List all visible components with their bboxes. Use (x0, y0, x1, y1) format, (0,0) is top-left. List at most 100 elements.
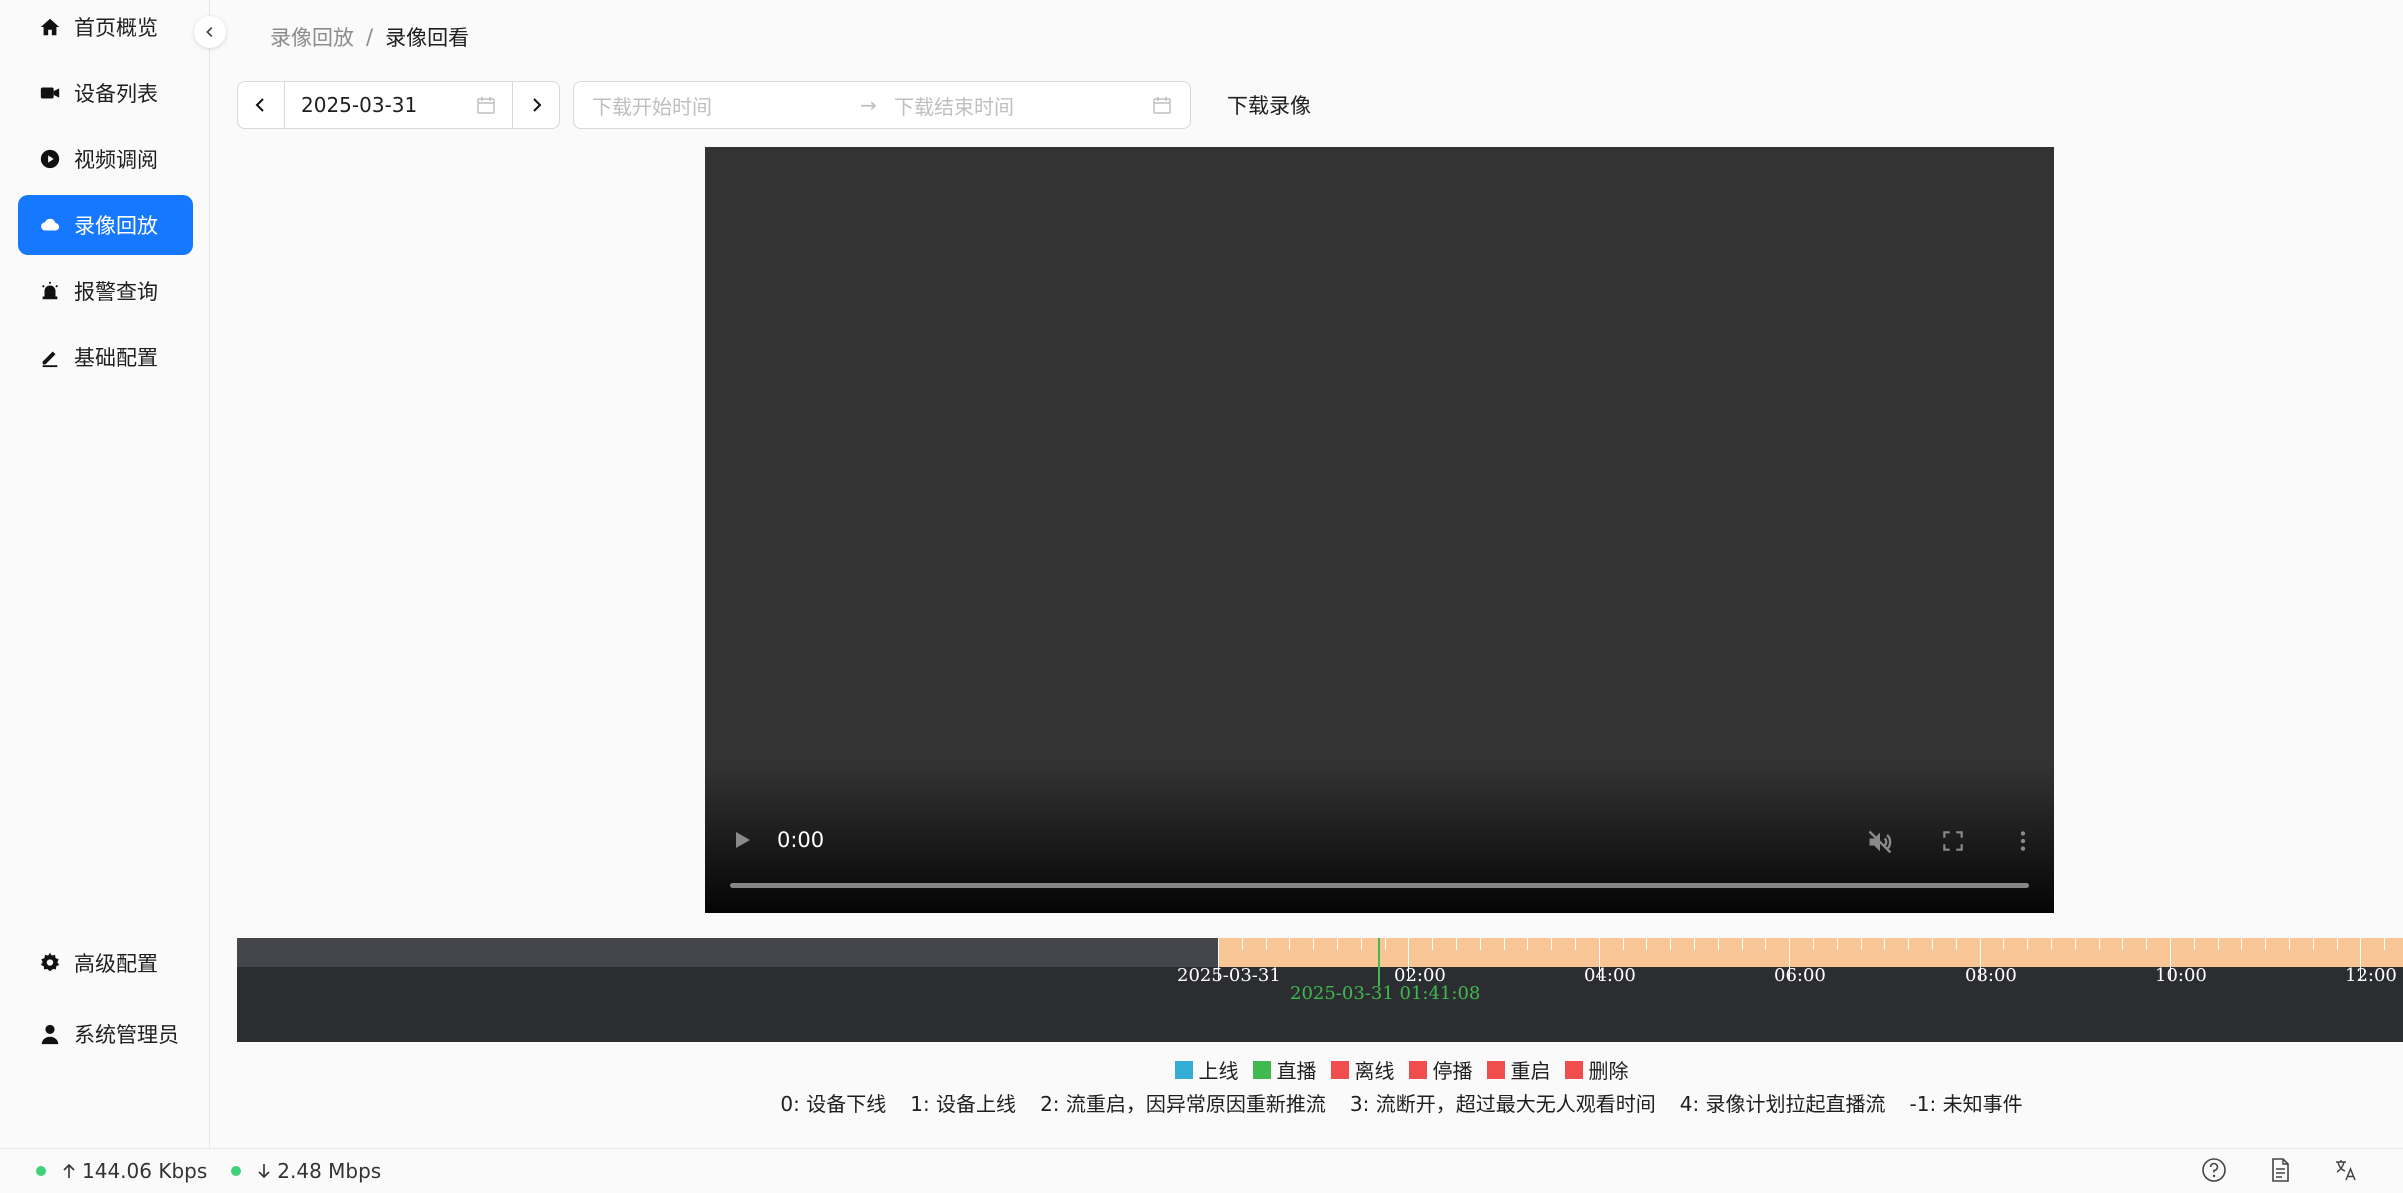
timeline-tick (1646, 938, 1648, 950)
timeline-tick (2122, 938, 2124, 950)
timeline-tick (1360, 938, 1362, 950)
timeline[interactable]: 2025-03-31 02:00 04:00 06:00 08:00 10:00… (237, 938, 2403, 1042)
event-codes: 0: 设备下线 1: 设备上线 2: 流重启，因异常原因重新推流 3: 流断开，… (0, 1088, 2403, 1117)
video-player[interactable]: 0:00 (705, 147, 2054, 913)
timeline-label: 08:00 (1965, 965, 2017, 986)
timeline-tick (1313, 938, 1315, 950)
sidebar-item-label: 视频调阅 (74, 148, 158, 172)
legend-item: 删除 (1564, 1055, 1629, 1084)
edit-icon (38, 345, 62, 369)
sidebar-item-video[interactable]: 视频调阅 (18, 129, 193, 189)
prev-day-button[interactable] (237, 81, 285, 129)
timeline-cursor[interactable] (1378, 938, 1380, 986)
timeline-tick (2051, 938, 2052, 950)
status-dot (231, 1166, 242, 1176)
download-end-input[interactable]: 下载结束时间 (894, 91, 1152, 120)
fullscreen-icon[interactable] (1940, 828, 1966, 854)
legend-swatch (1408, 1060, 1427, 1079)
sidebar-item-label: 设备列表 (74, 82, 158, 106)
sidebar-item-playback[interactable]: 录像回放 (18, 195, 193, 255)
event-code: -1: 未知事件 (1909, 1092, 2023, 1116)
timeline-tick (1694, 938, 1695, 950)
download-start-input[interactable]: 下载开始时间 (592, 91, 860, 120)
legend-swatch (1330, 1060, 1349, 1079)
status-legend: 上线 直播 离线 停播 重启 删除 (0, 1055, 2403, 1084)
legend-item: 直播 (1252, 1055, 1317, 1084)
video-time: 0:00 (777, 828, 825, 852)
sidebar-item-alarms[interactable]: 报警查询 (18, 261, 193, 321)
timeline-tick (2384, 938, 2386, 950)
timeline-tick (1860, 938, 1862, 950)
timeline-tick (2027, 938, 2029, 950)
sidebar-item-label: 报警查询 (74, 280, 158, 304)
timeline-tick (2146, 938, 2148, 950)
download-rate: 2.48 Mbps (231, 1159, 381, 1183)
upload-rate: 144.06 Kbps (36, 1159, 207, 1183)
legend-label: 直播 (1276, 1059, 1317, 1083)
play-circle-icon (38, 147, 62, 171)
timeline-tick (1265, 938, 1267, 950)
timeline-tick (1955, 938, 1957, 950)
download-range-picker[interactable]: 下载开始时间 → 下载结束时间 (573, 81, 1191, 129)
sidebar-item-basic-config[interactable]: 基础配置 (18, 327, 193, 387)
status-dot (36, 1166, 46, 1176)
download-rate-value: 2.48 Mbps (277, 1159, 382, 1183)
sidebar-collapse-button[interactable] (194, 16, 226, 48)
legend-label: 重启 (1510, 1059, 1551, 1083)
event-code: 1: 设备上线 (910, 1092, 1017, 1116)
event-code: 2: 流重启，因异常原因重新推流 (1040, 1092, 1326, 1116)
sidebar-item-advanced-config[interactable]: 高级配置 (18, 933, 193, 993)
range-arrow-icon: → (860, 93, 877, 117)
sidebar-item-label: 首页概览 (74, 16, 158, 40)
breadcrumb-parent[interactable]: 录像回放 (270, 22, 354, 52)
legend-item: 离线 (1330, 1055, 1395, 1084)
legend-swatch (1486, 1060, 1505, 1079)
sidebar-item-label: 高级配置 (74, 952, 158, 976)
arrow-down-icon (255, 1162, 277, 1180)
timeline-tick (2241, 938, 2243, 950)
timeline-tick (2289, 938, 2290, 950)
timeline-tick (1503, 938, 1505, 950)
legend-swatch (1174, 1060, 1193, 1079)
timeline-tick (1575, 938, 1576, 950)
timeline-tick (1765, 938, 1767, 950)
timeline-tick (1241, 938, 1243, 950)
timeline-tick (2336, 938, 2338, 950)
sidebar: 首页概览 设备列表 视频调阅 录像回放 报警查询 基础配置 高级配置 系统管理员 (0, 0, 210, 1148)
play-icon[interactable] (730, 828, 754, 852)
legend-label: 停播 (1432, 1059, 1473, 1083)
status-bar: 144.06 Kbps 2.48 Mbps (0, 1148, 2403, 1193)
translate-icon[interactable] (2333, 1157, 2359, 1183)
timeline-tick (2074, 938, 2076, 950)
chevron-right-icon (528, 97, 544, 113)
more-options-icon[interactable] (2010, 828, 2036, 854)
next-day-button[interactable] (512, 81, 560, 129)
mute-icon[interactable] (1866, 828, 1894, 856)
timeline-tick (2098, 938, 2100, 950)
timeline-tick (2217, 938, 2219, 950)
timeline-tick (2003, 938, 2005, 950)
sidebar-item-label: 基础配置 (74, 346, 158, 370)
legend-label: 删除 (1588, 1059, 1629, 1083)
event-code: 3: 流断开，超过最大无人观看时间 (1349, 1092, 1656, 1116)
timeline-tick (1741, 938, 1743, 950)
timeline-label: 06:00 (1774, 965, 1826, 986)
date-picker[interactable]: 2025-03-31 (285, 81, 512, 129)
timeline-recorded-segment[interactable] (1218, 938, 2403, 967)
download-recording-button[interactable]: 下载录像 (1211, 81, 1327, 129)
home-icon (38, 15, 62, 39)
sidebar-item-devices[interactable]: 设备列表 (18, 63, 193, 123)
timeline-tick (1551, 938, 1553, 950)
timeline-label: 2025-03-31 (1177, 965, 1281, 986)
help-icon[interactable] (2201, 1157, 2227, 1183)
upload-rate-value: 144.06 Kbps (82, 1159, 208, 1183)
video-progress-bar[interactable] (730, 883, 2029, 888)
breadcrumb: 录像回放 / 录像回看 (270, 22, 469, 52)
sidebar-item-label: 录像回放 (74, 214, 158, 238)
legend-label: 上线 (1198, 1059, 1239, 1083)
app: 首页概览 设备列表 视频调阅 录像回放 报警查询 基础配置 高级配置 系统管理员… (0, 0, 2403, 1193)
document-icon[interactable] (2267, 1157, 2293, 1183)
event-code: 4: 录像计划拉起直播流 (1679, 1092, 1886, 1116)
sidebar-item-home[interactable]: 首页概览 (18, 0, 193, 57)
gear-icon (38, 951, 62, 975)
